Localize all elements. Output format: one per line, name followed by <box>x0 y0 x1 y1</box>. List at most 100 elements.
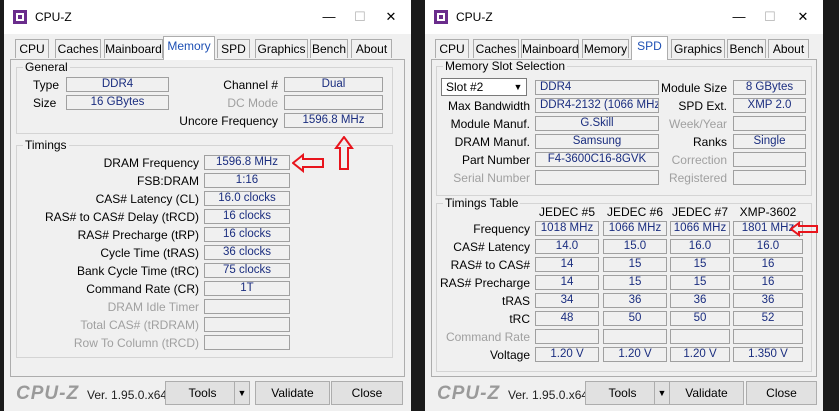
slot-select-value: Slot #2 <box>446 80 484 94</box>
channel-label: Channel # <box>223 78 278 92</box>
timing-value: 1596.8 MHz <box>204 155 290 170</box>
timings-row-label: RAS# to CAS# <box>450 258 530 272</box>
timings-row-label: CAS# Latency <box>453 240 530 254</box>
timing-value: 36 clocks <box>204 245 290 260</box>
tab-bar: CPU Caches Mainboard Memory SPD Graphics… <box>4 34 411 60</box>
timings-cell: 1066 MHz <box>603 221 667 236</box>
timings-legend: Timings <box>25 138 67 152</box>
timing-value <box>204 317 290 332</box>
tab-spd[interactable]: SPD <box>631 36 668 60</box>
tab-bench[interactable]: Bench <box>727 39 766 58</box>
chevron-down-icon[interactable]: ▼ <box>510 79 526 95</box>
tab-bar: CPU Caches Mainboard Memory SPD Graphics… <box>425 34 823 60</box>
timings-cell: 36 <box>733 293 803 308</box>
timings-cell: 1018 MHz <box>535 221 599 236</box>
tab-mainboard[interactable]: Mainboard <box>104 39 163 58</box>
tab-mainboard[interactable]: Mainboard <box>521 39 579 58</box>
timings-cell: 1066 MHz <box>670 221 730 236</box>
dc-mode-label: DC Mode <box>227 96 278 110</box>
tab-cpu[interactable]: CPU <box>15 39 49 58</box>
timings-cell: 48 <box>535 311 599 326</box>
correction-value <box>733 152 806 167</box>
footer: CPU-Z Ver. 1.95.0.x64 Tools ▼ Validate C… <box>4 377 411 411</box>
tab-caches[interactable]: Caches <box>55 39 101 58</box>
timings-cell: 34 <box>535 293 599 308</box>
timing-label: Row To Column (tRCD) <box>73 336 199 350</box>
timings-row-label: Frequency <box>473 222 530 236</box>
timings-table-legend: Timings Table <box>445 196 519 210</box>
tab-about[interactable]: About <box>768 39 809 58</box>
timings-cell: 14 <box>535 275 599 290</box>
tab-about[interactable]: About <box>351 39 392 58</box>
general-legend: General <box>25 60 68 74</box>
timings-cell: 1.20 V <box>670 347 730 362</box>
validate-button[interactable]: Validate <box>255 381 330 405</box>
max-bandwidth-label: Max Bandwidth <box>447 99 530 113</box>
uncore-frequency-label: Uncore Frequency <box>179 114 278 128</box>
slot-select[interactable]: Slot #2 ▼ <box>441 78 527 96</box>
timings-cell: 14.0 <box>535 239 599 254</box>
close-window-button[interactable]: ✕ <box>792 7 814 27</box>
timings-column-header: JEDEC #7 <box>671 205 729 219</box>
timing-value: 1:16 <box>204 173 290 188</box>
tab-bench[interactable]: Bench <box>310 39 348 58</box>
type-value: DDR4 <box>66 77 169 92</box>
timings-cell: 16.0 <box>670 239 730 254</box>
registered-value <box>733 170 806 185</box>
timing-label: DRAM Idle Timer <box>107 300 199 314</box>
timings-column-header: JEDEC #5 <box>538 205 596 219</box>
validate-button[interactable]: Validate <box>669 381 744 405</box>
module-size-label: Module Size <box>660 81 727 95</box>
cpuz-app-icon <box>434 10 448 24</box>
tab-memory[interactable]: Memory <box>163 36 215 60</box>
tab-spd[interactable]: SPD <box>217 39 250 58</box>
timing-value: 16.0 clocks <box>204 191 290 206</box>
timing-label: Cycle Time (tRAS) <box>100 246 199 260</box>
window-title: CPU-Z <box>456 10 493 24</box>
cpuz-logo: CPU-Z <box>437 383 501 404</box>
timings-cell: 1.350 V <box>733 347 803 362</box>
close-window-button[interactable]: ✕ <box>380 7 402 27</box>
timing-value: 75 clocks <box>204 263 290 278</box>
minimize-button[interactable]: — <box>318 7 340 27</box>
timings-column-header: XMP-3602 <box>739 205 797 219</box>
timings-cell <box>603 329 667 344</box>
timings-cell <box>670 329 730 344</box>
title-bar[interactable]: CPU-Z — ☐ ✕ <box>425 0 823 34</box>
window-title: CPU-Z <box>35 10 72 24</box>
timings-cell: 16 <box>733 257 803 272</box>
timing-value <box>204 335 290 350</box>
close-button[interactable]: Close <box>331 381 403 405</box>
module-manuf-label: Module Manuf. <box>450 117 530 131</box>
tab-graphics[interactable]: Graphics <box>255 39 308 58</box>
cpuz-window-spd: CPU-Z — ☐ ✕ CPU Caches Mainboard Memory … <box>425 0 823 411</box>
timings-cell: 15 <box>603 257 667 272</box>
cpuz-app-icon <box>13 10 27 24</box>
tools-dropdown-arrow[interactable]: ▼ <box>234 381 250 405</box>
tab-graphics[interactable]: Graphics <box>671 39 725 58</box>
timing-value: 16 clocks <box>204 209 290 224</box>
maximize-button: ☐ <box>354 9 366 24</box>
cpuz-logo: CPU-Z <box>16 383 80 404</box>
timing-label: Total CAS# (tRDRAM) <box>80 318 199 332</box>
tab-caches[interactable]: Caches <box>473 39 519 58</box>
tab-cpu[interactable]: CPU <box>435 39 469 58</box>
tools-button[interactable]: Tools <box>585 381 660 405</box>
tools-button[interactable]: Tools <box>165 381 240 405</box>
week-year-label: Week/Year <box>668 117 727 131</box>
week-year-value <box>733 116 806 131</box>
minimize-button[interactable]: — <box>728 7 750 27</box>
dc-mode-value <box>284 95 383 110</box>
tools-dropdown-arrow[interactable]: ▼ <box>654 381 670 405</box>
close-button[interactable]: Close <box>746 381 817 405</box>
title-bar[interactable]: CPU-Z — ☐ ✕ <box>4 0 411 34</box>
memory-panel: General Type DDR4 Size 16 GBytes Channel… <box>10 59 405 377</box>
tab-memory[interactable]: Memory <box>582 39 629 58</box>
timing-value: 16 clocks <box>204 227 290 242</box>
timings-cell: 15 <box>603 275 667 290</box>
maximize-button: ☐ <box>764 9 776 24</box>
timings-column-header: JEDEC #6 <box>606 205 664 219</box>
type-label: Type <box>33 78 60 92</box>
timings-row-label: tRC <box>509 312 530 326</box>
annotation-left-arrow-icon <box>790 221 818 237</box>
